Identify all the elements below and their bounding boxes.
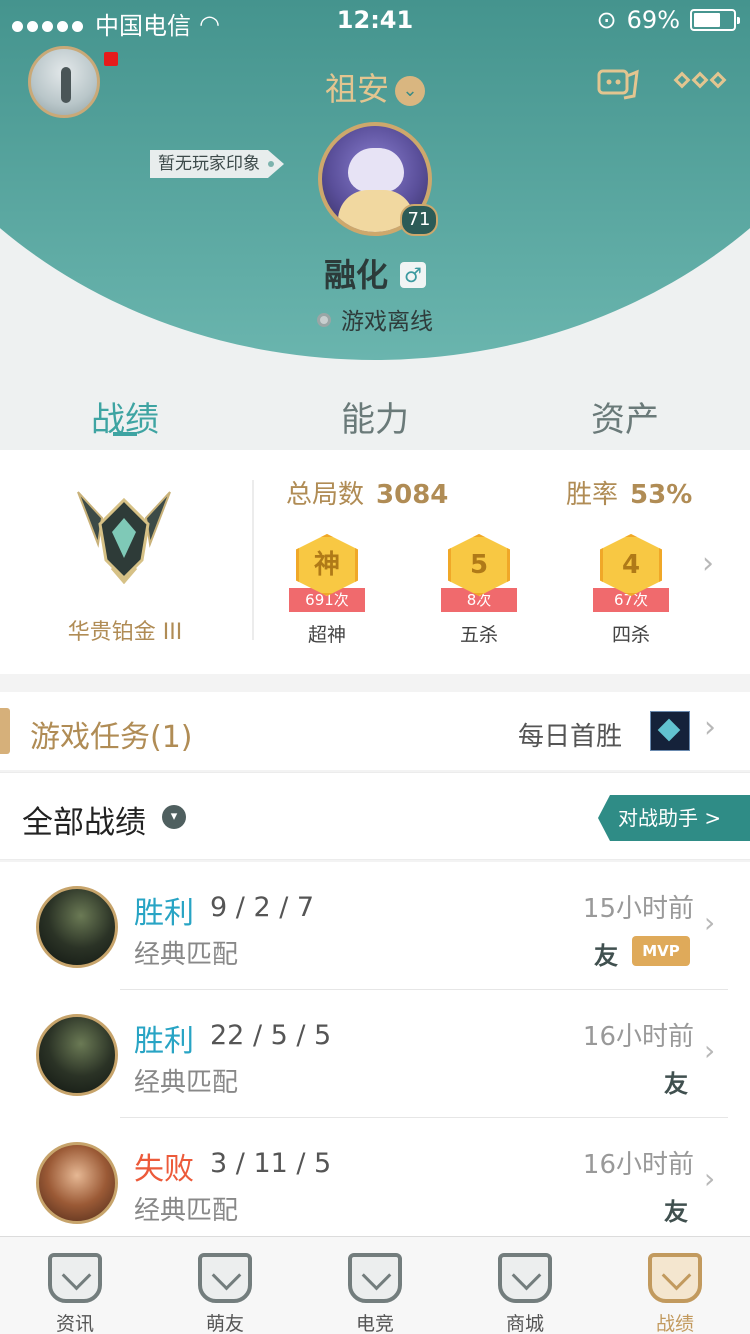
task-reward-icon	[650, 711, 690, 751]
store-icon	[498, 1253, 552, 1303]
friends-icon	[198, 1253, 252, 1303]
friend-badge: 友	[664, 1198, 688, 1226]
match-kda: 22 / 5 / 5	[210, 1020, 332, 1051]
nav-label: 资讯	[55, 1313, 94, 1334]
chevron-right-icon: ›	[704, 1034, 716, 1067]
nickname-text: 融化	[323, 256, 388, 294]
server-name: 祖安	[324, 70, 389, 108]
online-status: 游戏离线	[0, 302, 750, 336]
battery-percent: 69%	[626, 6, 680, 34]
esports-icon	[348, 1253, 402, 1303]
friend-badge: 友	[664, 1070, 688, 1098]
player-impression-tag[interactable]: 暂无玩家印象	[150, 150, 284, 178]
medal-legendary: 神 691次 超神	[277, 534, 377, 654]
chevron-right-icon: ›	[704, 1162, 716, 1195]
nav-label: 电竞	[355, 1313, 394, 1334]
news-icon	[48, 1253, 102, 1303]
nav-label: 萌友	[205, 1313, 244, 1334]
medal-penta-kill: 5 8次 五杀	[429, 534, 529, 654]
battle-assistant-button[interactable]: 对战助手 >	[598, 795, 750, 841]
online-status-text: 游戏离线	[341, 309, 433, 335]
nav-records[interactable]: 战绩	[600, 1237, 750, 1334]
match-time: 16小时前	[582, 1150, 694, 1180]
match-time: 15小时前	[582, 894, 694, 924]
friend-badge: 友	[594, 942, 618, 970]
nav-esports[interactable]: 电竞	[300, 1237, 450, 1334]
rank-emblem-icon	[77, 491, 171, 584]
chevron-down-icon[interactable]: ▾	[162, 805, 186, 829]
chat-icon[interactable]	[596, 66, 640, 102]
profile-header: 中国电信 ◠ 12:41 ⊙ 69% 祖安 ⌄ 暂无玩家印象 71 融化 ♂ 游戏离…	[0, 0, 750, 450]
stats-card[interactable]: 华贵铂金 III 总局数 3084 胜率 53% 神 691次 超神 5 8次 五杀…	[0, 450, 750, 674]
chevron-right-icon: ›	[704, 710, 716, 745]
profile-tabs: 战绩 能力 资产	[0, 380, 750, 450]
match-row[interactable]: 失败 3 / 11 / 5 经典匹配 16小时前 友 ›	[0, 1118, 750, 1236]
match-row[interactable]: 胜利 22 / 5 / 5 经典匹配 16小时前 友 ›	[0, 990, 750, 1118]
total-games-value: 3084	[376, 480, 449, 510]
match-kda: 3 / 11 / 5	[210, 1148, 332, 1179]
chevron-right-icon: ›	[704, 906, 716, 939]
champion-avatar	[36, 1014, 118, 1096]
game-task-title: 游戏任务(1)	[30, 720, 193, 755]
battery-icon	[690, 9, 740, 31]
tab-ability[interactable]: 能力	[250, 392, 500, 441]
match-result: 胜利	[134, 896, 194, 931]
records-icon	[648, 1253, 702, 1303]
accent-bar	[0, 708, 10, 754]
total-games-label: 总局数	[286, 480, 365, 510]
nav-news[interactable]: 资讯	[0, 1237, 150, 1334]
nav-label: 战绩	[655, 1313, 694, 1334]
nav-label: 商城	[505, 1313, 544, 1334]
nav-store[interactable]: 商城	[450, 1237, 600, 1334]
nav-friends[interactable]: 萌友	[150, 1237, 300, 1334]
penta-kill-medal-icon: 5	[448, 534, 510, 596]
match-result: 失败	[134, 1152, 194, 1187]
daily-first-win: 每日首胜	[518, 722, 623, 752]
chevron-right-icon[interactable]: ›	[702, 546, 714, 581]
player-nickname: 融化 ♂	[0, 250, 750, 296]
medal-label: 超神	[307, 624, 346, 646]
match-row[interactable]: 胜利 9 / 2 / 7 经典匹配 15小时前 友 MVP ›	[0, 862, 750, 990]
win-rate: 胜率 53%	[566, 474, 692, 511]
status-bar: 中国电信 ◠ 12:41 ⊙ 69%	[0, 0, 750, 40]
quadra-kill-medal-icon: 4	[600, 534, 662, 596]
champion-avatar	[36, 886, 118, 968]
legendary-medal-icon: 神	[296, 534, 358, 596]
game-task-row[interactable]: 游戏任务(1) 每日首胜 ›	[0, 692, 750, 770]
medal-quadra-kill: 4 67次 四杀	[581, 534, 681, 654]
match-time: 16小时前	[582, 1022, 694, 1052]
medal-label: 四杀	[611, 624, 650, 646]
status-dot-icon	[317, 313, 331, 327]
match-mode: 经典匹配	[134, 940, 239, 970]
rotation-lock-icon: ⊙	[596, 6, 617, 34]
match-mode: 经典匹配	[134, 1196, 239, 1226]
tab-assets[interactable]: 资产	[500, 392, 750, 441]
match-kda: 9 / 2 / 7	[210, 892, 315, 923]
win-rate-label: 胜率	[566, 480, 619, 510]
match-result: 胜利	[134, 1024, 194, 1059]
all-records-header: 全部战绩 ▾ 对战助手 >	[0, 772, 750, 860]
level-badge: 71	[400, 204, 438, 236]
rank-name: 华贵铂金 III	[67, 620, 183, 645]
win-rate-value: 53%	[630, 480, 693, 510]
more-icon[interactable]	[673, 71, 727, 89]
divider	[252, 480, 254, 640]
mvp-badge: MVP	[632, 936, 690, 966]
tab-indicator	[113, 432, 137, 436]
medal-label: 五杀	[459, 624, 498, 646]
all-records-filter[interactable]: 全部战绩	[22, 797, 146, 842]
chevron-down-icon: ⌄	[395, 76, 425, 106]
match-mode: 经典匹配	[134, 1068, 239, 1098]
total-games: 总局数 3084	[286, 474, 448, 511]
male-icon: ♂	[400, 262, 426, 288]
champion-avatar	[36, 1142, 118, 1224]
bottom-navigation: 资讯 萌友 电竞 商城 战绩	[0, 1236, 750, 1334]
